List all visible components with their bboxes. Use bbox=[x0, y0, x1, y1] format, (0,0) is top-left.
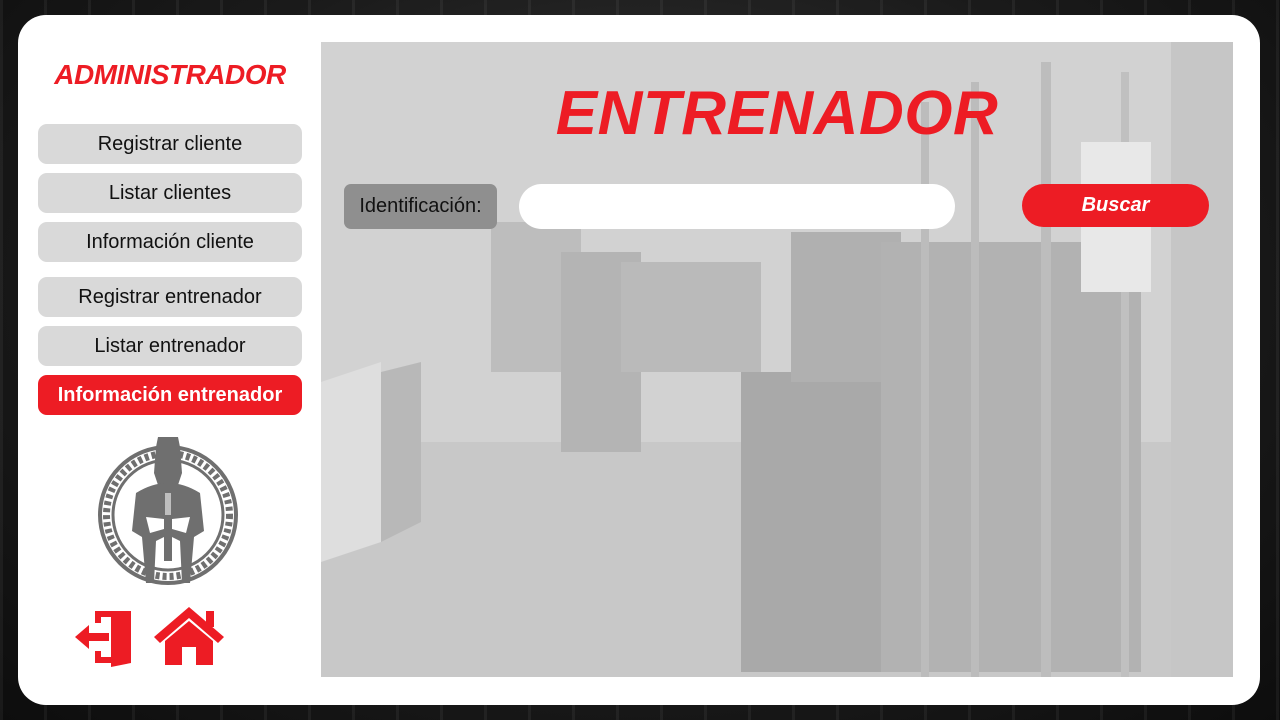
app-card: ADMINISTRADOR Registrar cliente Listar c… bbox=[18, 15, 1260, 705]
nav-listar-clientes[interactable]: Listar clientes bbox=[38, 173, 302, 213]
nav-informacion-entrenador[interactable]: Información entrenador bbox=[38, 375, 302, 415]
nav-informacion-cliente[interactable]: Información cliente bbox=[38, 222, 302, 262]
main-panel: ENTRENADOR Identificación: Buscar bbox=[321, 42, 1233, 677]
nav-registrar-entrenador[interactable]: Registrar entrenador bbox=[38, 277, 302, 317]
home-icon[interactable] bbox=[152, 605, 226, 667]
buscar-button[interactable]: Buscar bbox=[1022, 184, 1209, 227]
page-title: ENTRENADOR bbox=[555, 79, 999, 148]
spartan-helmet-logo bbox=[98, 437, 238, 585]
identificacion-label: Identificación: bbox=[344, 184, 497, 229]
nav-listar-entrenador[interactable]: Listar entrenador bbox=[38, 326, 302, 366]
identificacion-input[interactable] bbox=[519, 184, 955, 229]
logout-icon[interactable] bbox=[73, 607, 133, 667]
nav-registrar-cliente[interactable]: Registrar cliente bbox=[38, 124, 302, 164]
sidebar-title: ADMINISTRADOR bbox=[54, 59, 286, 90]
sidebar: ADMINISTRADOR Registrar cliente Listar c… bbox=[38, 15, 302, 705]
